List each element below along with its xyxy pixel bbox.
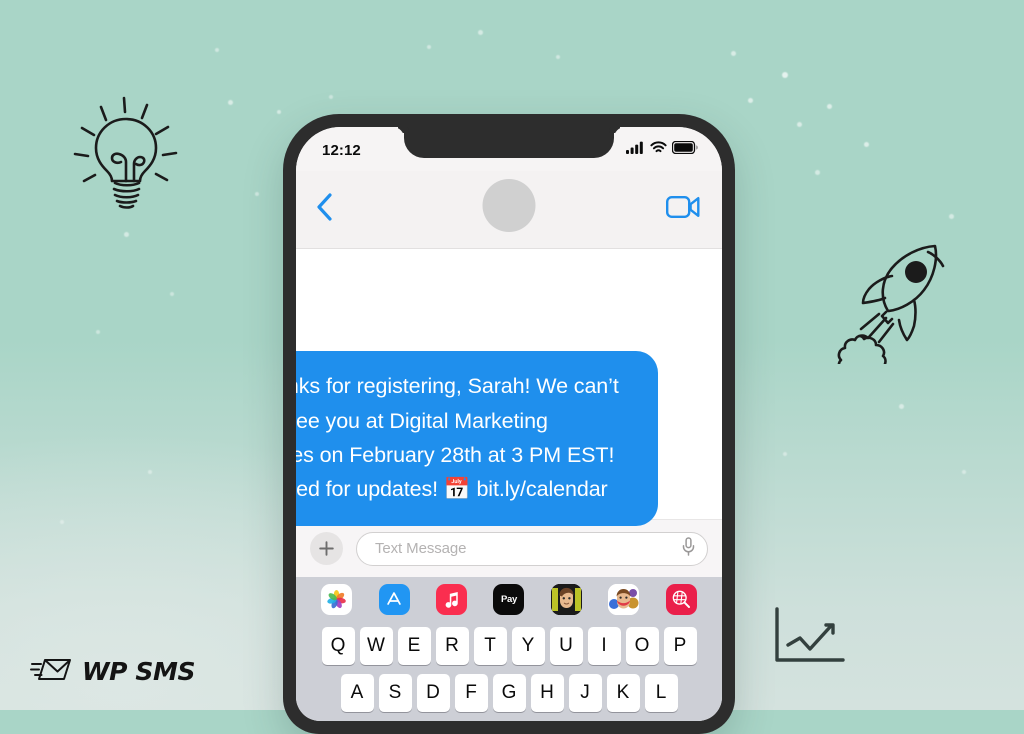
microphone-icon[interactable]: [682, 536, 695, 561]
app-icon-app-store[interactable]: [378, 583, 410, 615]
line-chart-doodle: [768, 604, 850, 670]
outgoing-message-bubble[interactable]: ✅ Thanks for registering, Sarah! We can’…: [296, 351, 658, 526]
app-icon-photos[interactable]: [321, 583, 353, 615]
key-y[interactable]: Y: [511, 627, 545, 665]
back-button[interactable]: [316, 192, 333, 227]
message-link[interactable]: bit.ly/calendar: [476, 477, 607, 501]
onscreen-keyboard: Q W E R T Y U I O P A S D F G H J K L: [296, 621, 722, 721]
wp-sms-logo: WP SMS: [30, 655, 195, 688]
conversation-nav-bar: [296, 171, 722, 249]
lightbulb-doodle: [62, 92, 192, 220]
key-d[interactable]: D: [416, 674, 450, 712]
message-row: ✅ Thanks for registering, Sarah! We can’…: [296, 351, 658, 526]
facetime-button[interactable]: [666, 196, 700, 223]
app-icon-images[interactable]: [665, 583, 697, 615]
key-i[interactable]: I: [587, 627, 621, 665]
key-o[interactable]: O: [625, 627, 659, 665]
status-bar-icons: [626, 140, 698, 159]
key-s[interactable]: S: [378, 674, 412, 712]
imessage-app-row: Pay: [296, 577, 722, 621]
conversation-area: ✅ Thanks for registering, Sarah! We can’…: [296, 249, 722, 526]
app-icon-memoji[interactable]: [550, 583, 582, 615]
key-a[interactable]: A: [340, 674, 374, 712]
message-line-2: wait to see you at Digital Marketing: [296, 409, 548, 433]
message-line-4: Stay tuned for updates!: [296, 477, 439, 501]
phone-screen: 12:12 ks for registering, Sarah! We can’…: [296, 127, 722, 721]
keyboard-row-1: Q W E R T Y U I O P: [299, 627, 719, 665]
contact-avatar[interactable]: [482, 179, 536, 232]
message-line-3: Strategies on February 28th at 3 PM EST!: [296, 443, 615, 467]
keyboard-row-2: A S D F G H J K L: [299, 674, 719, 712]
cellular-signal-icon: [626, 141, 645, 159]
message-line-1: Thanks for registering, Sarah! We can’t: [296, 374, 619, 398]
status-bar-time: 12:12: [322, 141, 361, 159]
message-placeholder: Text Message: [375, 540, 467, 557]
battery-icon: [671, 140, 698, 159]
key-u[interactable]: U: [549, 627, 583, 665]
app-icon-memoji-stickers[interactable]: [608, 583, 640, 615]
phone-mockup: 12:12 ks for registering, Sarah! We can’…: [283, 114, 735, 734]
message-text-field[interactable]: Text Message: [356, 531, 708, 566]
key-q[interactable]: Q: [321, 627, 355, 665]
key-f[interactable]: F: [454, 674, 488, 712]
flying-envelope-icon: [30, 655, 72, 688]
message-input-bar: Text Message: [296, 519, 722, 577]
key-t[interactable]: T: [473, 627, 507, 665]
rocket-doodle: [832, 238, 960, 364]
key-h[interactable]: H: [530, 674, 564, 712]
key-k[interactable]: K: [606, 674, 640, 712]
phone-notch: [404, 127, 614, 158]
wifi-icon: [650, 141, 667, 159]
app-icon-apple-pay[interactable]: Pay: [493, 583, 525, 615]
app-icon-music[interactable]: [436, 583, 468, 615]
key-j[interactable]: J: [568, 674, 602, 712]
add-attachment-button[interactable]: [310, 532, 343, 565]
calendar-emoji: 📅: [443, 477, 471, 502]
key-g[interactable]: G: [492, 674, 526, 712]
apple-pay-label: Pay: [500, 593, 517, 605]
key-e[interactable]: E: [397, 627, 431, 665]
wp-sms-logo-text: WP SMS: [82, 657, 196, 686]
key-p[interactable]: P: [663, 627, 697, 665]
key-r[interactable]: R: [435, 627, 469, 665]
key-l[interactable]: L: [644, 674, 678, 712]
key-w[interactable]: W: [359, 627, 393, 665]
